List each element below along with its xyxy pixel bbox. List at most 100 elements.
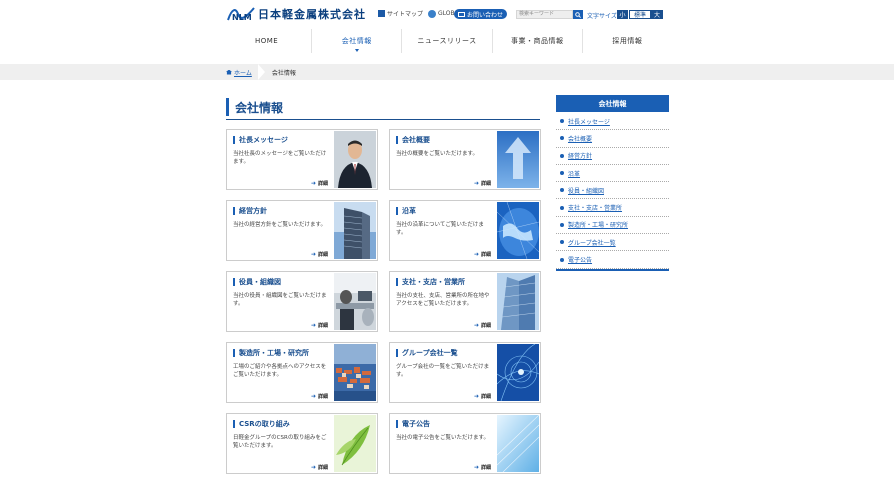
digital-thumbnail — [497, 415, 539, 472]
card-president-message[interactable]: 社長メッセージ 当社社長のメッセージをご覧いただけます。 ➜ 詳細 — [226, 129, 378, 190]
arrow-right-icon: ➜ — [474, 393, 480, 400]
office-thumbnail — [334, 273, 376, 330]
card-desc: 工場のご紹介や各拠点へのアクセスをご覧いただけます。 — [233, 364, 327, 378]
sidebar-footer-bar — [556, 269, 669, 271]
card-title: 社長メッセージ — [233, 136, 288, 144]
card-branches[interactable]: 支社・支店・営業所 当社の支社、支店、営業所の所在地やアクセスをご覧いただけます… — [389, 271, 541, 332]
bullet-icon — [560, 171, 564, 176]
card-management-policy[interactable]: 経営方針 当社の経営方針をご覧いただけます。 ➜ 詳細 — [226, 200, 378, 261]
breadcrumb: ホーム 会社情報 — [226, 64, 296, 80]
card-title: 会社概要 — [396, 136, 430, 144]
globe-thumbnail — [497, 202, 539, 259]
card-title: 沿革 — [396, 207, 416, 215]
font-size-label: 文字サイズ — [587, 13, 617, 20]
font-size-medium-button[interactable]: 標準 — [629, 10, 651, 19]
sidebar-item-electronic-notice[interactable]: 電子公告 — [556, 251, 669, 269]
card-more-link[interactable]: ➜ 詳細 — [474, 464, 491, 471]
card-more-link[interactable]: ➜ 詳細 — [474, 393, 491, 400]
card-more-link[interactable]: ➜ 詳細 — [311, 322, 328, 329]
card-more-link[interactable]: ➜ 詳細 — [311, 180, 328, 187]
card-desc: 当社の支社、支店、営業所の所在地やアクセスをご覧いただけます。 — [396, 293, 490, 307]
card-history[interactable]: 沿革 当社の沿革についてご覧いただけます。 ➜ 詳細 — [389, 200, 541, 261]
card-factories[interactable]: 製造所・工場・研究所 工場のご紹介や各拠点へのアクセスをご覧いただけます。 ➜ 詳… — [226, 342, 378, 403]
card-more-link[interactable]: ➜ 詳細 — [311, 464, 328, 471]
sidebar-nav: 社長メッセージ 会社概要 経営方針 沿革 役員・組織図 支社・支店・営業所 製造… — [556, 113, 669, 269]
arrow-right-icon: ➜ — [474, 180, 480, 187]
card-electronic-notice[interactable]: 電子公告 当社の電子公告をご覧いただけます。 ➜ 詳細 — [389, 413, 541, 474]
card-desc: 当社の経営方針をご覧いただけます。 — [233, 222, 326, 228]
building-thumbnail — [334, 202, 376, 259]
nav-item-news[interactable]: ニュースリリース — [401, 29, 491, 53]
card-more-link[interactable]: ➜ 詳細 — [311, 393, 328, 400]
font-size-switcher: 小 標準 大 — [617, 10, 664, 19]
nav-item-home[interactable]: HOME — [222, 29, 311, 53]
card-title: グループ会社一覧 — [396, 349, 458, 357]
sitemap-icon — [378, 10, 385, 17]
sidebar-heading[interactable]: 会社情報 — [556, 95, 669, 112]
bullet-icon — [560, 188, 564, 193]
card-title: 経営方針 — [233, 207, 267, 215]
bullet-icon — [560, 136, 564, 141]
bullet-icon — [560, 240, 564, 245]
card-desc: 当社の沿革についてご覧いただけます。 — [396, 222, 484, 236]
nav-item-business[interactable]: 事業・商品情報 — [491, 29, 582, 53]
breadcrumb-current: 会社情報 — [271, 69, 296, 77]
arrow-right-icon: ➜ — [311, 464, 317, 471]
town-thumbnail — [334, 344, 376, 401]
breadcrumb-bar — [0, 64, 894, 80]
global-nav: HOME 会社情報 ニュースリリース 事業・商品情報 採用情報 — [222, 29, 672, 53]
card-desc: 当社の電子公告をご覧いただけます。 — [396, 435, 489, 441]
card-desc: 日軽金グループのCSRの取り組みをご覧いただけます。 — [233, 435, 327, 449]
nav-item-company[interactable]: 会社情報 — [311, 29, 401, 53]
card-company-overview[interactable]: 会社概要 当社の概要をご覧いただけます。 ➜ 詳細 — [389, 129, 541, 190]
sidebar-item-group-companies[interactable]: グループ会社一覧 — [556, 234, 669, 252]
contact-label: お問い合わせ — [466, 11, 503, 19]
card-desc: 当社の役員・組織図をご覧いただけます。 — [233, 293, 327, 307]
utility-links: サイトマップ GLOBAL — [378, 9, 462, 18]
bullet-icon — [560, 119, 564, 124]
font-size-small-button[interactable]: 小 — [617, 10, 629, 19]
search-icon — [575, 11, 581, 18]
card-more-link[interactable]: ➜ 詳細 — [474, 180, 491, 187]
sidebar-item-factories[interactable]: 製造所・工場・研究所 — [556, 217, 669, 235]
page-title: 会社情報 — [226, 96, 540, 120]
sidebar-item-management-policy[interactable]: 経営方針 — [556, 148, 669, 165]
sidebar-item-officers[interactable]: 役員・組織図 — [556, 182, 669, 200]
sidebar-item-company-overview[interactable]: 会社概要 — [556, 130, 669, 148]
arrow-right-icon: ➜ — [474, 464, 480, 471]
network-thumbnail — [497, 344, 539, 401]
sidebar-item-president-message[interactable]: 社長メッセージ — [556, 113, 669, 131]
card-title: 製造所・工場・研究所 — [233, 349, 309, 357]
logo-text: 日本軽金属株式会社 — [258, 8, 366, 21]
svg-text:NLM: NLM — [232, 13, 252, 22]
arrow-right-icon: ➜ — [311, 322, 317, 329]
card-title: 電子公告 — [396, 420, 430, 428]
arrow-right-icon: ➜ — [474, 251, 480, 258]
logo-mark-icon: NLM — [226, 6, 256, 22]
card-desc: グループ会社の一覧をご覧いただけます。 — [396, 364, 490, 378]
card-group-companies[interactable]: グループ会社一覧 グループ会社の一覧をご覧いただけます。 ➜ 詳細 — [389, 342, 541, 403]
bullet-icon — [560, 222, 564, 227]
skyscraper-thumbnail — [497, 273, 539, 330]
card-desc: 当社社長のメッセージをご覧いただけます。 — [233, 151, 327, 165]
card-more-link[interactable]: ➜ 詳細 — [474, 251, 491, 258]
contact-button[interactable]: お問い合わせ — [454, 9, 507, 19]
font-size-large-button[interactable]: 大 — [651, 10, 664, 19]
sitemap-link[interactable]: サイトマップ — [387, 9, 423, 18]
card-officers-organization[interactable]: 役員・組織図 当社の役員・組織図をご覧いただけます。 ➜ 詳細 — [226, 271, 378, 332]
search-button[interactable] — [573, 10, 583, 19]
bullet-icon — [560, 153, 564, 158]
nav-item-recruit[interactable]: 採用情報 — [581, 29, 672, 53]
card-desc: 当社の概要をご覧いただけます。 — [396, 151, 478, 157]
card-more-link[interactable]: ➜ 詳細 — [474, 322, 491, 329]
site-logo[interactable]: NLM 日本軽金属株式会社 — [226, 6, 366, 22]
breadcrumb-home-link[interactable]: ホーム — [234, 68, 252, 77]
search-input[interactable]: 検索キーワード — [516, 10, 573, 19]
mail-icon — [457, 11, 465, 17]
card-more-link[interactable]: ➜ 詳細 — [311, 251, 328, 258]
card-csr[interactable]: CSRの取り組み 日軽金グループのCSRの取り組みをご覧いただけます。 ➜ 詳細 — [226, 413, 378, 474]
sidebar-item-history[interactable]: 沿革 — [556, 165, 669, 183]
sidebar-item-branches[interactable]: 支社・支店・営業所 — [556, 199, 669, 217]
arrow-right-icon: ➜ — [311, 180, 317, 187]
card-title: 支社・支店・営業所 — [396, 278, 465, 286]
